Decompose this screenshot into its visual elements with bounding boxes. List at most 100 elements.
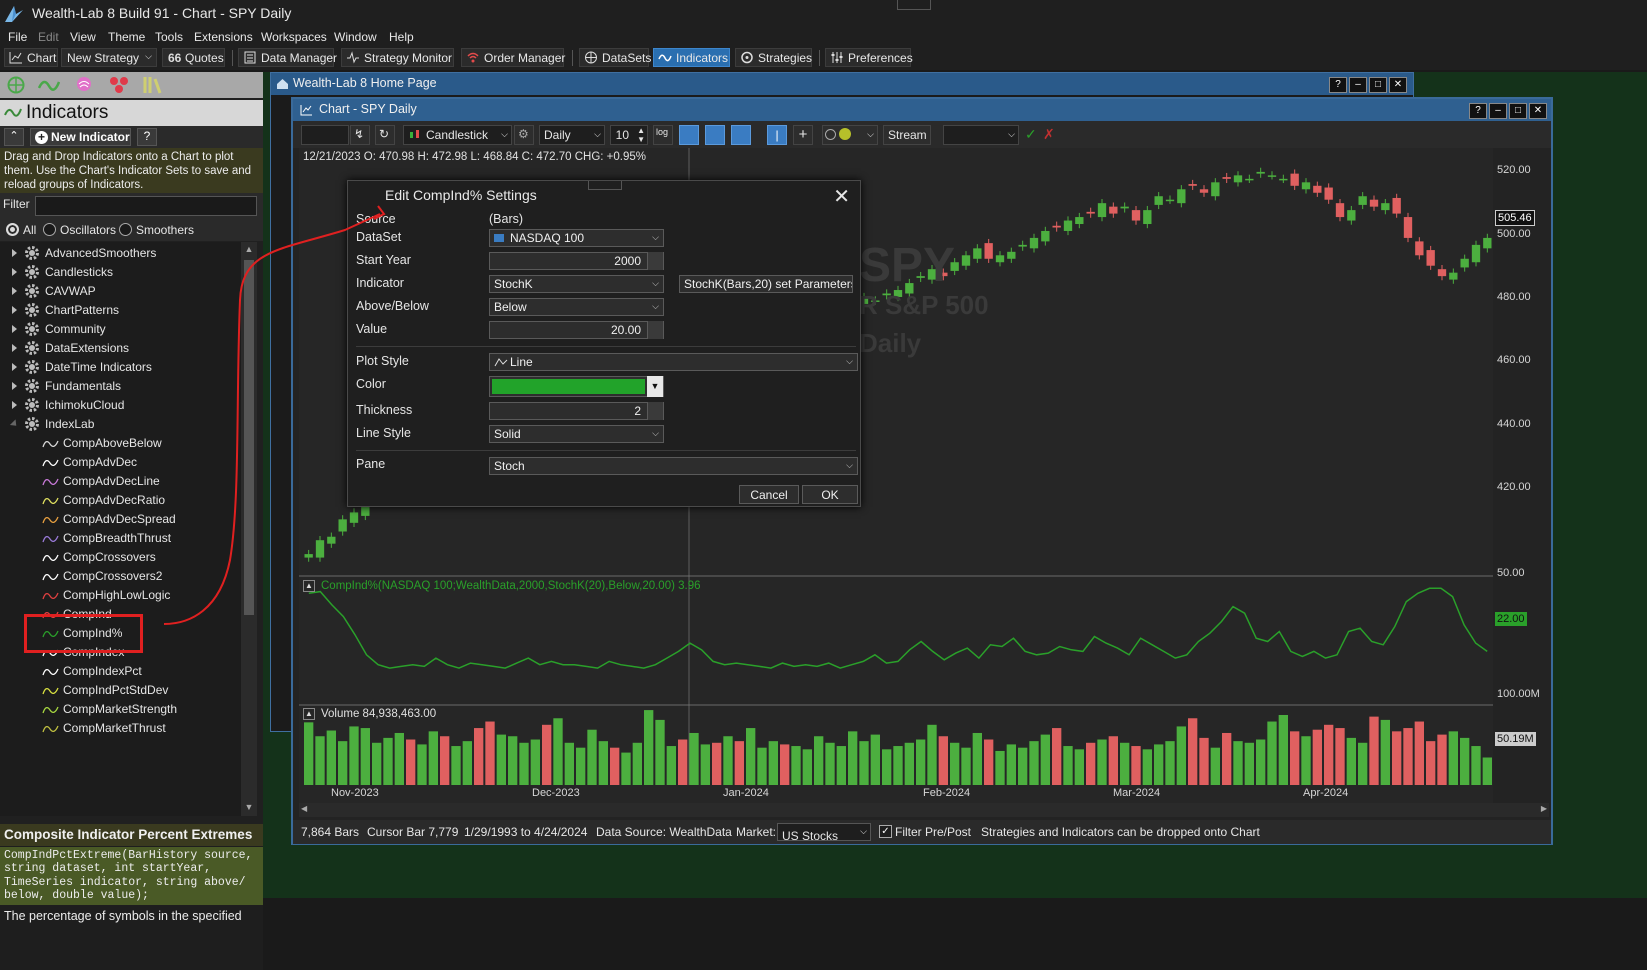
indicator-params-button[interactable]: StochK(Bars,20) set Parameters ... — [679, 275, 853, 293]
maximize-icon[interactable]: □ — [1369, 77, 1387, 93]
expand-arrow-icon[interactable] — [12, 249, 17, 257]
menu-file[interactable]: File — [8, 30, 27, 44]
strategies-button[interactable]: Strategies — [735, 48, 812, 67]
preferences-button[interactable]: Preferences — [825, 48, 913, 67]
radio-all[interactable] — [6, 223, 19, 236]
tree-group[interactable]: Candlesticks — [0, 263, 241, 282]
stepper-arrows-icon[interactable] — [647, 252, 663, 270]
library-icon[interactable] — [142, 75, 164, 95]
scroll-left-icon[interactable]: ◀ — [301, 804, 307, 813]
close-icon[interactable]: ✕ — [833, 184, 850, 209]
tree-item[interactable]: CompAdvDecLine — [0, 472, 241, 491]
tree-group[interactable]: DataExtensions — [0, 339, 241, 358]
menu-extensions[interactable]: Extensions — [194, 30, 253, 44]
window-grip[interactable] — [897, 0, 931, 10]
pane-layout-icon[interactable] — [705, 125, 725, 145]
help-button[interactable]: ? — [1469, 103, 1487, 119]
menu-help[interactable]: Help — [389, 30, 414, 44]
maximize-icon[interactable]: □ — [1509, 103, 1527, 119]
chart-button[interactable]: Chart — [4, 48, 58, 67]
indicator-select[interactable]: StochK ⌵ — [489, 275, 664, 293]
bar-spacing-icon[interactable] — [679, 125, 699, 145]
tree-item[interactable]: CompAdvDec — [0, 453, 241, 472]
new-indicator-button[interactable]: + New Indicator — [30, 128, 131, 146]
dialog-grip[interactable] — [588, 181, 622, 190]
ok-button[interactable]: OK — [802, 485, 858, 504]
tree-item[interactable]: CompHighLowLogic — [0, 586, 241, 605]
dataset-select[interactable]: NASDAQ 100 ⌵ — [489, 229, 664, 247]
bars-stepper[interactable]: 10 ▲ ▼ — [610, 125, 648, 145]
streaming-provider-select[interactable]: ⌵ — [822, 125, 878, 145]
filter-prepost-checkbox[interactable]: ✓ — [879, 825, 892, 838]
refresh-icon[interactable]: ↻ — [375, 125, 395, 145]
value-stepper[interactable]: 20.00 — [489, 321, 664, 339]
log-scale-icon[interactable]: log — [653, 125, 673, 145]
menu-edit[interactable]: Edit — [38, 30, 59, 44]
menu-view[interactable]: View — [70, 30, 96, 44]
menu-workspaces[interactable]: Workspaces — [261, 30, 327, 44]
globe-icon[interactable] — [6, 76, 26, 94]
gear-icon[interactable]: ⚙ — [514, 125, 534, 145]
cancel-button[interactable]: Cancel — [739, 485, 799, 504]
data-manager-button[interactable]: Data Manager — [238, 48, 337, 67]
collapse-all-icon[interactable]: ⌃ — [4, 128, 24, 146]
menu-window[interactable]: Window — [334, 30, 377, 44]
scroll-right-icon[interactable]: ▶ — [1541, 804, 1547, 813]
expand-arrow-icon[interactable] — [9, 419, 20, 429]
volume-legend[interactable]: Volume 84,938,463.00 — [321, 708, 436, 720]
tree-item[interactable]: CompBreadthThrust — [0, 529, 241, 548]
tree-group[interactable]: IndexLab — [0, 415, 241, 434]
indicator-wave-icon[interactable] — [38, 76, 60, 94]
tree-group[interactable]: DateTime Indicators — [0, 358, 241, 377]
quotes-button[interactable]: 66 Quotes — [162, 48, 225, 67]
cursor-line-icon[interactable]: | — [767, 125, 787, 145]
stream-button[interactable]: Stream — [883, 125, 931, 145]
stepper-arrows-icon[interactable] — [647, 321, 663, 339]
tree-group[interactable]: IchimokuCloud — [0, 396, 241, 415]
collapse-pane-icon[interactable]: ▲ — [303, 708, 315, 720]
indicator-legend[interactable]: CompInd%(NASDAQ 100;WealthData,2000,Stoc… — [321, 580, 701, 592]
radio-oscillators[interactable] — [43, 223, 56, 236]
tree-group[interactable]: Community — [0, 320, 241, 339]
tree-group[interactable]: ChartPatterns — [0, 301, 241, 320]
expand-arrow-icon[interactable] — [12, 382, 17, 390]
filter-input[interactable] — [35, 196, 257, 216]
datasets-button[interactable]: DataSets — [579, 48, 651, 67]
tree-item[interactable]: CompMarketThrust — [0, 719, 241, 738]
collapse-pane-icon[interactable]: ▲ — [303, 580, 315, 592]
tree-group[interactable]: Fundamentals — [0, 377, 241, 396]
strategy-monitor-button[interactable]: Strategy Monitor — [341, 48, 454, 67]
start-year-stepper[interactable]: 2000 — [489, 252, 664, 270]
tree-item[interactable]: CompCrossovers — [0, 548, 241, 567]
help-button[interactable]: ? — [137, 128, 157, 146]
menu-tools[interactable]: Tools — [155, 30, 183, 44]
scroll-up-icon[interactable]: ▲ — [243, 244, 255, 256]
close-icon[interactable]: ✕ — [1529, 103, 1547, 119]
expand-arrow-icon[interactable] — [12, 287, 17, 295]
tree-item[interactable]: CompIndexPct — [0, 662, 241, 681]
tree-item[interactable]: CompAdvDecRatio — [0, 491, 241, 510]
cross-icon[interactable]: ✗ — [1043, 126, 1055, 143]
menu-theme[interactable]: Theme — [108, 30, 145, 44]
scroll-thumb[interactable] — [244, 260, 254, 615]
tree-item[interactable]: CompCrossovers2 — [0, 567, 241, 586]
symbol-input[interactable] — [301, 125, 349, 145]
minimize-icon[interactable]: – — [1489, 103, 1507, 119]
line-style-select[interactable]: Solid ⌵ — [489, 425, 664, 443]
radio-smoothers[interactable] — [119, 223, 132, 236]
tree-group[interactable]: CAVWAP — [0, 282, 241, 301]
tree-item[interactable]: CompMarketStrength — [0, 700, 241, 719]
tree-item[interactable]: CompAdvDecSpread — [0, 510, 241, 529]
expand-arrow-icon[interactable] — [12, 363, 17, 371]
color-picker[interactable]: ▼ — [489, 376, 664, 397]
order-manager-button[interactable]: Order Manager — [461, 48, 565, 67]
tree-item[interactable]: CompIndPctStdDev — [0, 681, 241, 700]
stepper-arrows-icon[interactable] — [647, 402, 663, 420]
close-icon[interactable]: ✕ — [1389, 77, 1407, 93]
thickness-stepper[interactable]: 2 — [489, 402, 664, 420]
chart-style-select[interactable]: Candlestick ⌵ — [403, 125, 512, 145]
market-select[interactable]: US Stocks ⌵ — [777, 823, 871, 843]
brain-icon[interactable] — [74, 75, 94, 95]
price-axis[interactable]: 520.00 505.46 500.00 480.00 460.00 440.0… — [1493, 148, 1549, 800]
molecule-icon[interactable] — [108, 75, 130, 95]
